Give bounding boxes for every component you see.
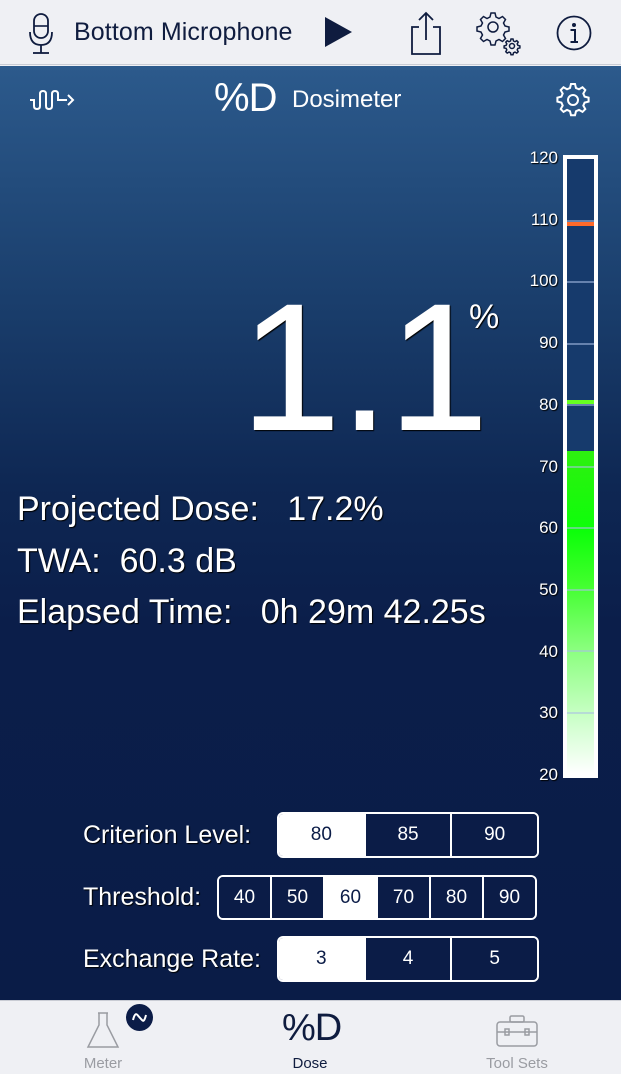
level-meter-track (567, 159, 594, 774)
meter-scale-label: 30 (539, 703, 558, 723)
threshold-option[interactable]: 60 (323, 877, 376, 918)
meter-gridline (567, 404, 594, 406)
tab-bar: Meter %D Dose Tool Sets (0, 1000, 621, 1074)
audio-source-label[interactable]: Bottom Microphone (74, 18, 292, 47)
dosimeter-panel: %D Dosimeter 1.1 % Projected Dose: 17.2%… (0, 66, 621, 1000)
threshold-label: Threshold: (83, 883, 202, 911)
tab-tool-sets-label: Tool Sets (486, 1055, 548, 1072)
meter-scale-label: 110 (530, 209, 558, 229)
threshold-option[interactable]: 40 (219, 877, 270, 918)
meter-gridline (567, 465, 594, 468)
tab-dose[interactable]: %D Dose (260, 1001, 360, 1074)
meter-badge (126, 1004, 153, 1031)
level-meter (563, 155, 598, 778)
sine-wave-icon (132, 1013, 147, 1022)
criterion-level-control[interactable]: 80 85 90 (277, 812, 539, 858)
criterion-option[interactable]: 90 (450, 814, 537, 856)
flask-icon (86, 1012, 120, 1048)
dose-tab-icon: %D (282, 1007, 342, 1049)
exchange-option[interactable]: 4 (363, 938, 451, 980)
tab-dose-label: Dose (292, 1055, 328, 1072)
elapsed-time: Elapsed Time: 0h 29m 42.25s (17, 593, 486, 631)
meter-scale-label: 40 (539, 641, 558, 661)
exchange-option[interactable]: 3 (279, 938, 364, 980)
projected-dose: Projected Dose: 17.2% (17, 490, 384, 528)
exchange-rate-label: Exchange Rate: (83, 945, 261, 973)
meter-scale: 120 110 100 90 80 70 60 50 40 30 20 (520, 66, 560, 1000)
dose-value: 1.1 (240, 265, 489, 469)
play-icon[interactable] (322, 16, 354, 48)
meter-gridline (567, 342, 594, 345)
level-meter-fill (567, 451, 594, 774)
meter-scale-label: 90 (539, 333, 558, 353)
threshold-option[interactable]: 90 (482, 877, 535, 918)
gears-icon[interactable] (476, 10, 522, 56)
meter-scale-label: 120 (529, 148, 558, 167)
meter-gridline (567, 650, 594, 652)
info-icon[interactable] (555, 14, 593, 52)
threshold-option[interactable]: 80 (429, 877, 482, 918)
criterion-level-label: Criterion Level: (83, 821, 252, 849)
waveform-arrow-icon[interactable] (28, 86, 76, 114)
top-toolbar: Bottom Microphone (0, 0, 621, 65)
threshold-option[interactable]: 50 (270, 877, 323, 918)
meter-scale-label: 80 (539, 394, 558, 414)
exchange-rate-control[interactable]: 345 (277, 936, 539, 982)
microphone-icon[interactable] (26, 12, 56, 56)
meter-scale-label: 100 (529, 271, 558, 291)
toolbox-icon (496, 1015, 538, 1047)
criterion-marker (567, 399, 594, 404)
share-icon[interactable] (408, 10, 444, 56)
criterion-option[interactable]: 85 (363, 814, 451, 856)
meter-scale-label: 70 (539, 456, 558, 476)
twa-value: TWA: 60.3 dB (17, 542, 237, 580)
meter-gridline (567, 527, 594, 529)
threshold-option[interactable]: 70 (376, 877, 429, 918)
meter-gridline (567, 281, 594, 283)
page-title: Dosimeter (292, 86, 402, 113)
criterion-option[interactable]: 80 (279, 814, 364, 856)
meter-gridline (567, 711, 594, 714)
tab-tool-sets[interactable]: Tool Sets (467, 1001, 567, 1074)
meter-scale-label: 20 (539, 765, 558, 784)
dose-logo: %D (214, 76, 277, 120)
meter-gridline (567, 588, 594, 591)
tab-meter-label: Meter (83, 1055, 123, 1072)
exchange-option[interactable]: 5 (450, 938, 537, 980)
meter-scale-label: 50 (539, 579, 558, 599)
threshold-control[interactable]: 40 50 60 70 80 90 (217, 875, 537, 920)
dose-unit: % (469, 298, 500, 336)
max-marker (567, 221, 594, 226)
meter-scale-label: 60 (539, 518, 558, 538)
gear-icon[interactable] (555, 82, 591, 118)
